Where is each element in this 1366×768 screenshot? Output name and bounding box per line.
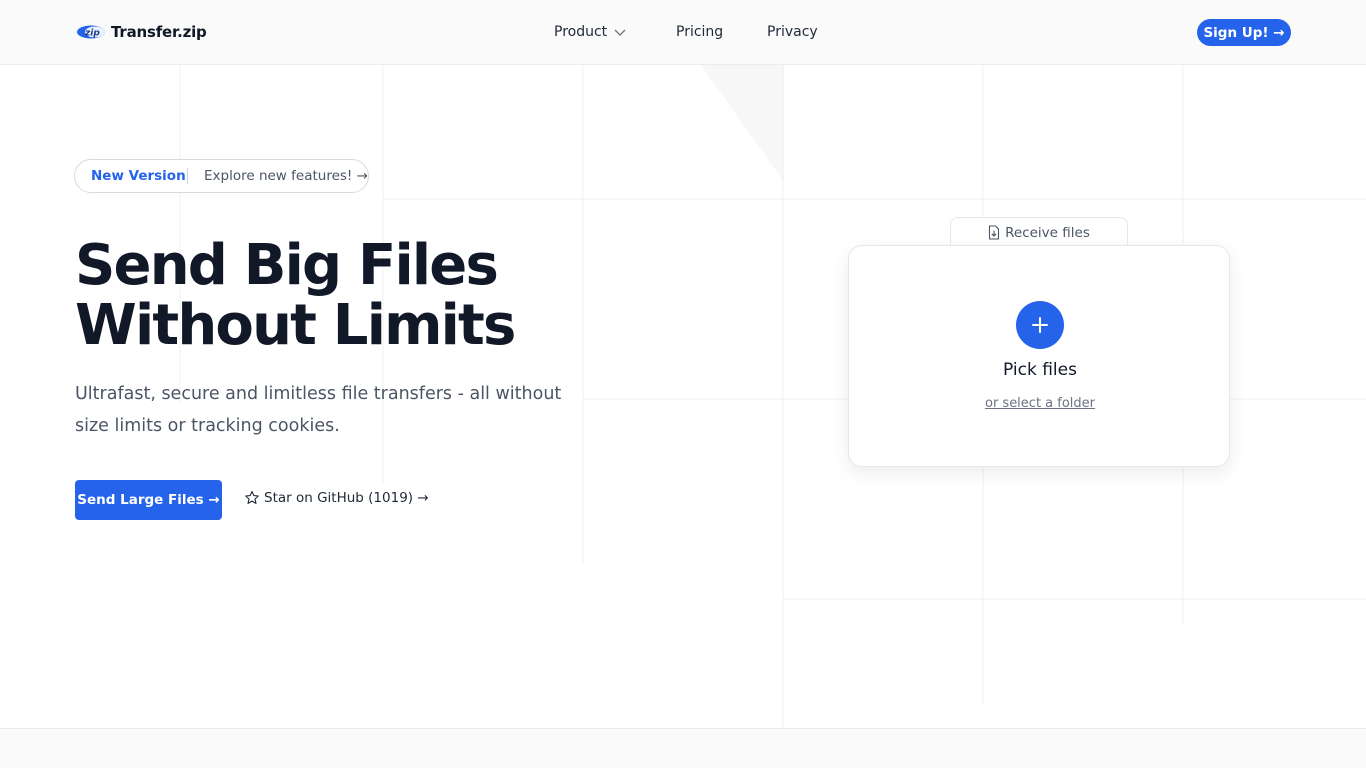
star-icon bbox=[245, 490, 259, 504]
hero-title-line-1: Send Big Files bbox=[75, 233, 499, 298]
brand-logo[interactable]: zip Transfer.zip bbox=[76, 21, 207, 43]
explore-features-link[interactable]: Explore new features! → bbox=[188, 168, 368, 184]
nav-item-label: Product bbox=[554, 24, 608, 40]
page: zip Transfer.zip Product Pricing Privacy… bbox=[0, 0, 1366, 768]
nav-item-label: Privacy bbox=[767, 24, 818, 40]
brand-name: Transfer.zip bbox=[111, 23, 207, 41]
signup-button[interactable]: Sign Up! → bbox=[1197, 19, 1291, 46]
chevron-down-icon bbox=[614, 29, 626, 36]
new-version-badge: New Version bbox=[91, 168, 186, 184]
top-navbar: zip Transfer.zip Product Pricing Privacy… bbox=[0, 0, 1366, 65]
new-version-pill[interactable]: New Version Explore new features! → bbox=[74, 159, 369, 193]
add-files-button[interactable] bbox=[1016, 301, 1064, 349]
plus-icon bbox=[1032, 317, 1048, 333]
select-folder-link[interactable]: or select a folder bbox=[849, 396, 1231, 411]
send-large-files-button[interactable]: Send Large Files → bbox=[75, 480, 222, 520]
pick-files-label[interactable]: Pick files bbox=[849, 360, 1231, 380]
file-download-icon bbox=[989, 225, 1000, 240]
nav-item-privacy[interactable]: Privacy bbox=[767, 24, 818, 40]
nav-item-product[interactable]: Product bbox=[554, 24, 627, 40]
star-on-github-link[interactable]: Star on GitHub (1019) → bbox=[244, 490, 429, 506]
next-section bbox=[0, 728, 1366, 768]
svg-text:zip: zip bbox=[84, 29, 100, 39]
hero-title: Send Big Files Without Limits bbox=[75, 236, 635, 356]
nav-item-pricing[interactable]: Pricing bbox=[676, 24, 723, 40]
nav-item-label: Pricing bbox=[676, 24, 724, 40]
github-link-label: Star on GitHub (1019) → bbox=[264, 490, 429, 506]
receive-files-label: Receive files bbox=[1005, 225, 1090, 241]
upload-card[interactable]: Pick files or select a folder bbox=[848, 245, 1230, 467]
hero-subtitle: Ultrafast, secure and limitless file tra… bbox=[75, 384, 562, 436]
hero-title-line-2: Without Limits bbox=[75, 293, 516, 358]
zip-logo-icon: zip bbox=[76, 21, 106, 43]
